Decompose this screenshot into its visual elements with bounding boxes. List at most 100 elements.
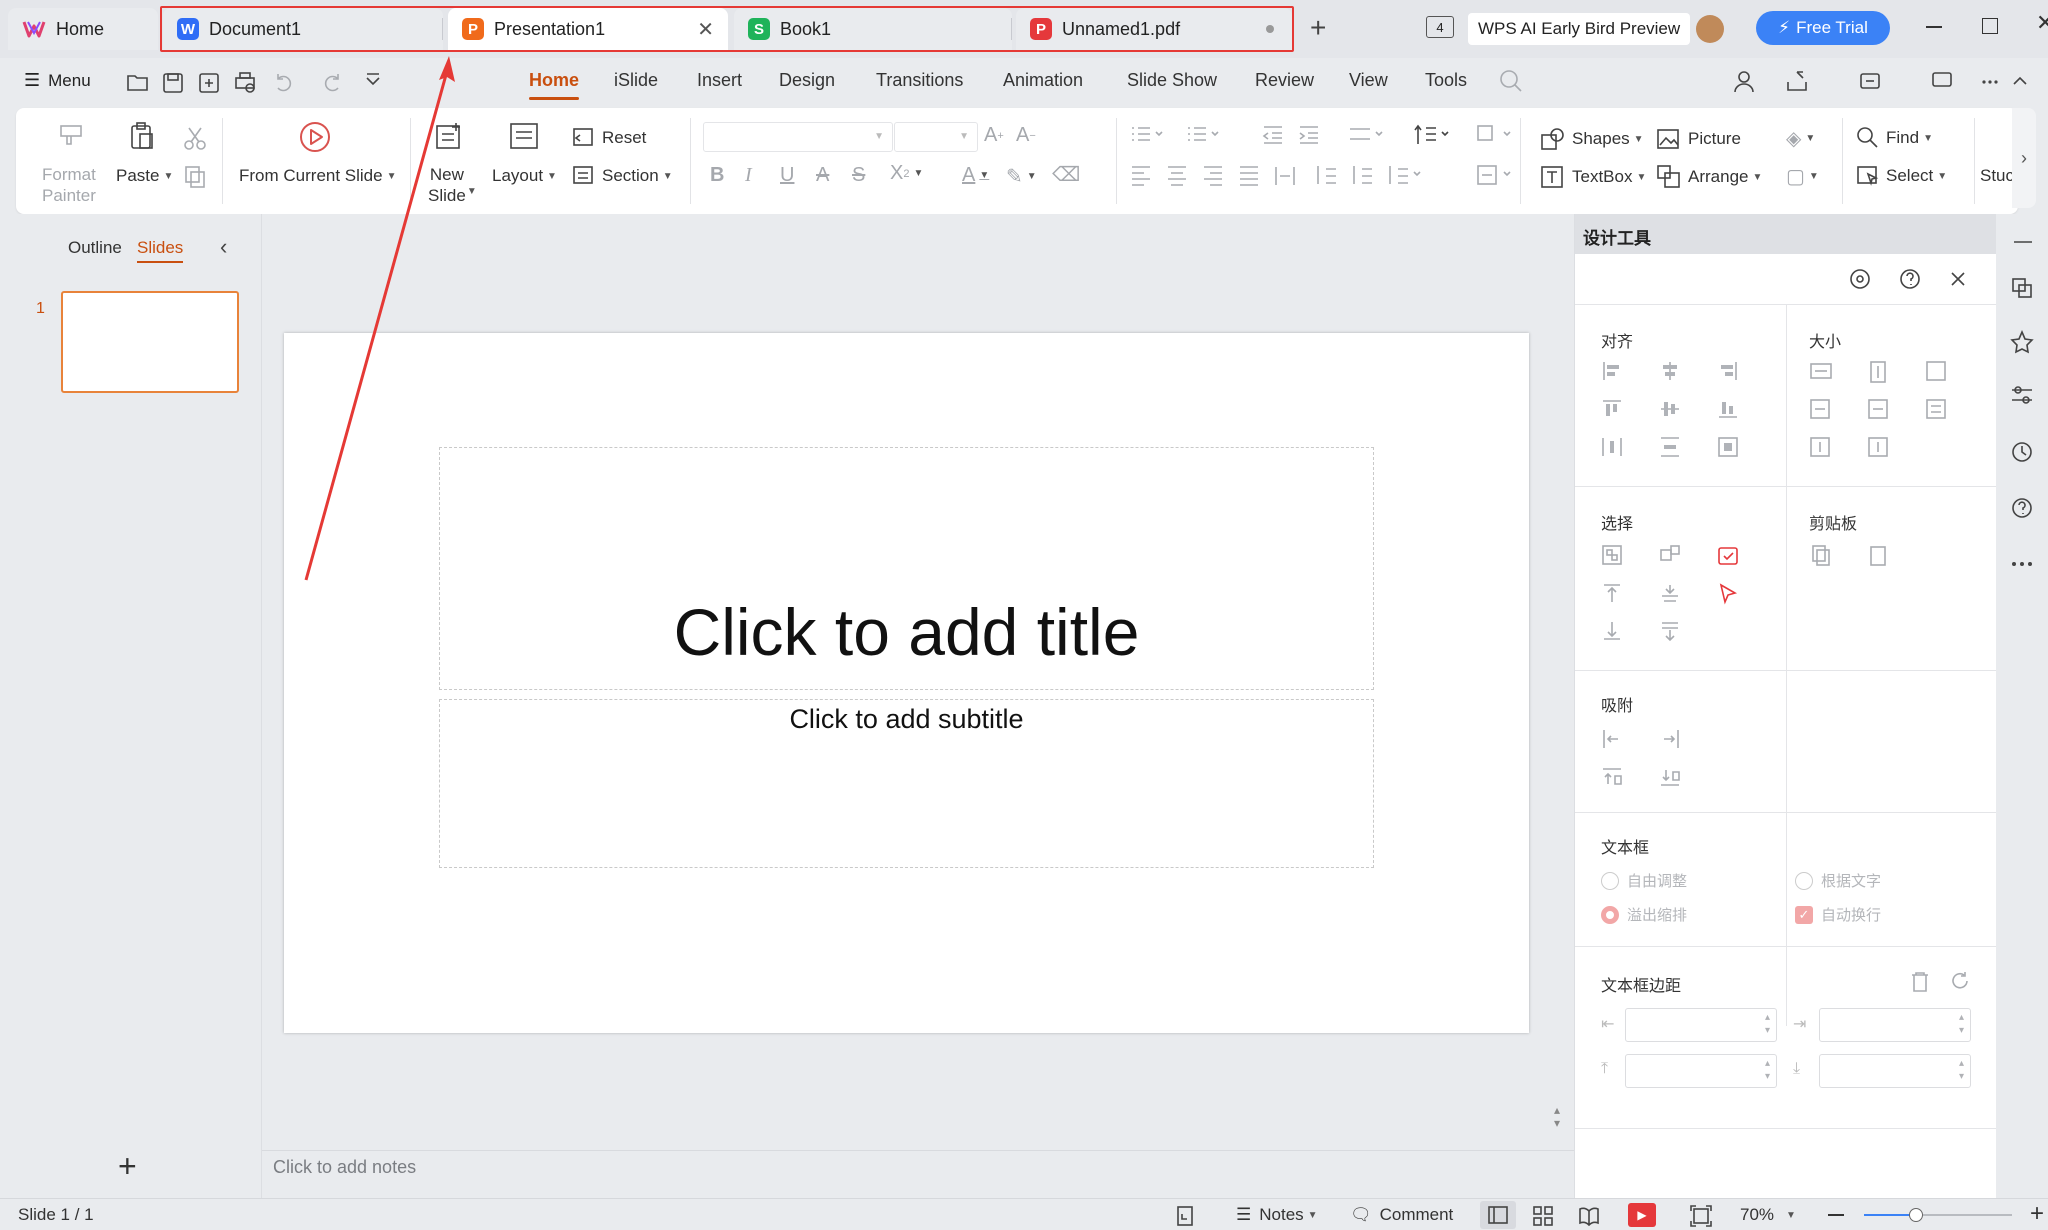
select-button[interactable]: Select ▼ xyxy=(1856,164,1947,188)
tab-review[interactable]: Review xyxy=(1255,70,1314,91)
tab-tools[interactable]: Tools xyxy=(1425,70,1467,91)
italic-icon[interactable]: I xyxy=(745,164,752,187)
notes-button[interactable]: ☰ Notes ▼ xyxy=(1236,1205,1318,1225)
margin-bottom-input[interactable] xyxy=(1819,1054,1971,1088)
bring-to-top-icon[interactable] xyxy=(1604,584,1620,602)
line-spacing-icon[interactable] xyxy=(1414,124,1449,144)
align-right-edge-icon[interactable] xyxy=(1721,362,1737,380)
subtitle-placeholder[interactable]: Click to add subtitle xyxy=(439,699,1374,868)
same-size-icon[interactable] xyxy=(1926,361,1946,381)
zoom-slider[interactable] xyxy=(1864,1208,2012,1222)
add-slide-button[interactable]: + xyxy=(118,1148,137,1185)
slide-canvas[interactable]: Click to add title Click to add subtitle xyxy=(284,333,1529,1033)
layer-down-icon[interactable] xyxy=(1662,622,1678,642)
distribute-icon[interactable] xyxy=(1275,167,1295,185)
adjust-icon[interactable] xyxy=(2012,386,2032,404)
margin-left-input[interactable] xyxy=(1625,1008,1777,1042)
snap-left-icon[interactable] xyxy=(1603,730,1618,748)
auto-wrap-checkbox[interactable]: ✓ xyxy=(1795,905,1813,924)
slide-thumbnail[interactable] xyxy=(61,291,239,393)
margin-top-input[interactable] xyxy=(1625,1054,1777,1088)
save-icon[interactable] xyxy=(163,73,183,93)
tab-view[interactable]: View xyxy=(1349,70,1388,91)
help-icon[interactable] xyxy=(1900,269,1920,289)
arrange-button[interactable]: Arrange ▼ xyxy=(1656,164,1762,190)
stretch-bottom-icon[interactable] xyxy=(1868,437,1888,457)
distribute-v-icon[interactable] xyxy=(1661,437,1679,457)
collapse-ribbon-icon[interactable] xyxy=(2013,76,2027,85)
reset-button[interactable]: Reset xyxy=(572,126,646,150)
settings-icon[interactable] xyxy=(1850,269,1870,289)
align-center-h-icon[interactable] xyxy=(1663,362,1677,380)
clear-format-icon[interactable]: ⌫ xyxy=(1052,162,1080,187)
spacing-options-icon[interactable] xyxy=(1389,166,1421,184)
underline-icon[interactable]: U xyxy=(780,164,794,187)
bullet-list-icon[interactable] xyxy=(1132,127,1163,141)
auto-adjust-option[interactable]: 自由调整 xyxy=(1601,870,1687,891)
zoom-out-button[interactable] xyxy=(1828,1214,1844,1216)
decrease-indent-icon[interactable] xyxy=(1262,126,1282,144)
sync-icon[interactable] xyxy=(1860,73,1880,89)
menu-button[interactable]: ☰ Menu xyxy=(24,70,91,91)
design-tools-icon[interactable] xyxy=(2012,278,2032,298)
column-spacing-icon[interactable] xyxy=(1353,166,1372,184)
tab-animation[interactable]: Animation xyxy=(1003,70,1083,91)
tab-slides[interactable]: Slides xyxy=(137,238,184,263)
normal-view-button[interactable] xyxy=(1480,1201,1516,1229)
star-icon[interactable] xyxy=(2010,329,2034,354)
share-icon[interactable] xyxy=(1787,71,1807,91)
superscript-icon[interactable]: X 2 ▼ xyxy=(890,162,923,185)
tab-insert[interactable]: Insert xyxy=(697,70,742,91)
select-same-icon[interactable] xyxy=(1660,545,1680,561)
bold-icon[interactable]: B xyxy=(710,164,724,187)
slideshow-button[interactable]: ▶ xyxy=(1628,1203,1656,1227)
close-window-button[interactable]: ✕ xyxy=(2036,10,2048,36)
outline-button[interactable]: ▢ ▼ xyxy=(1786,164,1819,189)
maximize-button[interactable] xyxy=(1982,18,1998,34)
clipboard-copy-icon[interactable] xyxy=(1812,545,1830,566)
overflow-shrink-option[interactable]: 溢出缩排 xyxy=(1601,904,1687,925)
zoom-slider-thumb[interactable] xyxy=(1909,1208,1923,1222)
more-icon[interactable] xyxy=(1982,80,1998,84)
presentation-tab[interactable]: P Presentation1 ✕ xyxy=(448,8,728,50)
zoom-select[interactable]: 70% ▼ xyxy=(1740,1205,1796,1225)
send-to-bottom-icon[interactable] xyxy=(1604,622,1620,640)
same-width-icon[interactable] xyxy=(1810,363,1832,379)
select-all-icon[interactable] xyxy=(1602,545,1622,565)
cut-icon[interactable] xyxy=(182,126,208,152)
notes-toggle-icon[interactable] xyxy=(1174,1205,1196,1227)
stuc-button[interactable]: Stuc xyxy=(1980,166,2012,186)
document-tab[interactable]: W Document1 xyxy=(163,8,443,50)
slide-sorter-icon[interactable] xyxy=(1532,1205,1554,1227)
more-side-icon[interactable] xyxy=(2012,562,2032,566)
open-folder-icon[interactable] xyxy=(127,75,148,91)
copy-icon[interactable] xyxy=(182,164,208,190)
align-left-edge-icon[interactable] xyxy=(1603,362,1619,380)
free-trial-button[interactable]: ⚡ Free Trial xyxy=(1756,11,1890,45)
comment-button[interactable]: 🗨 Comment xyxy=(1350,1205,1453,1225)
font-size-select[interactable]: ▼ xyxy=(894,122,978,152)
tab-home[interactable]: Home xyxy=(529,70,580,100)
convert-shape-icon[interactable] xyxy=(1477,125,1511,141)
align-right-icon[interactable] xyxy=(1204,166,1222,186)
find-button[interactable]: Find ▼ xyxy=(1856,126,1933,150)
paragraph-spacing-icon[interactable] xyxy=(1317,166,1336,184)
fit-text-radio[interactable] xyxy=(1795,871,1813,890)
overflow-shrink-radio[interactable] xyxy=(1601,905,1619,924)
increase-font-icon[interactable]: A + xyxy=(984,124,1004,147)
auto-wrap-option[interactable]: ✓ 自动换行 xyxy=(1795,904,1881,925)
strikethrough-icon[interactable]: A xyxy=(816,164,829,187)
paste-button[interactable]: Paste ▼ xyxy=(116,166,173,186)
print-preview-icon[interactable] xyxy=(235,72,255,93)
shadow-text-icon[interactable]: S xyxy=(852,164,865,187)
font-family-select[interactable]: ▼ xyxy=(703,122,893,152)
zoom-in-button[interactable]: + xyxy=(2030,1200,2044,1228)
snap-bottom-icon[interactable] xyxy=(1661,770,1680,786)
redo-icon[interactable] xyxy=(324,74,339,92)
close-icon[interactable]: ✕ xyxy=(697,17,714,42)
select-checked-icon[interactable] xyxy=(1718,547,1738,565)
decrease-font-icon[interactable]: A − xyxy=(1016,124,1036,147)
picture-button[interactable]: Picture xyxy=(1656,126,1741,152)
stretch-right-icon[interactable] xyxy=(1868,399,1888,419)
comment-icon[interactable] xyxy=(1932,72,1952,87)
